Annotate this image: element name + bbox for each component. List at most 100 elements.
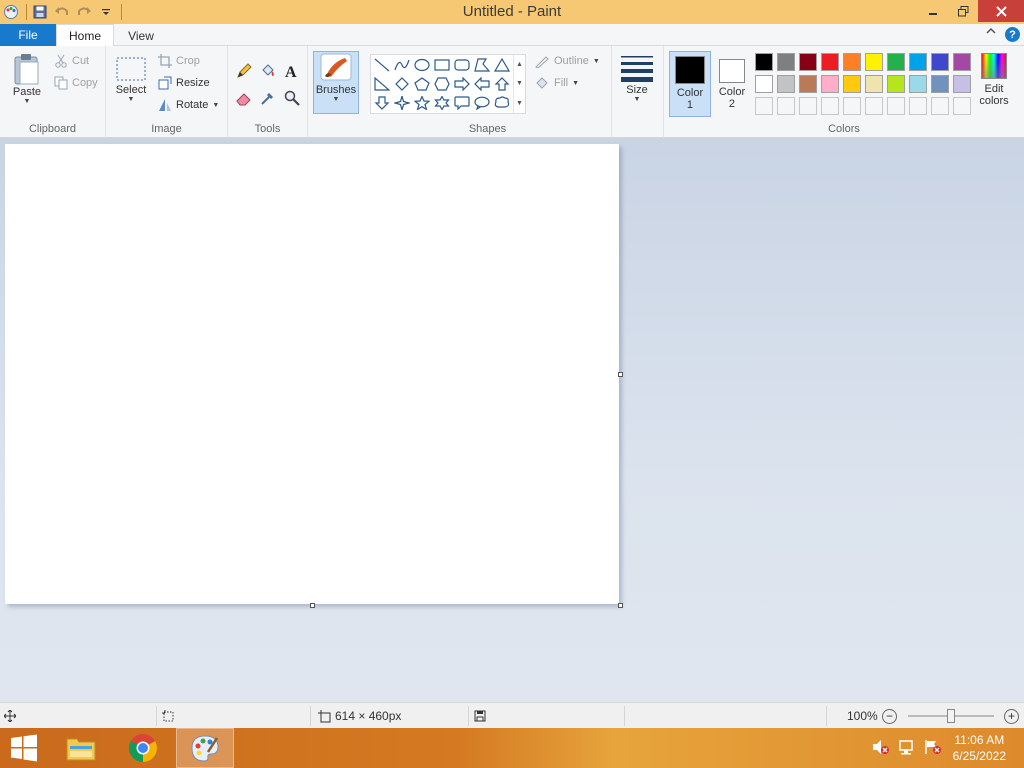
palette-color-swatch[interactable]: [775, 73, 797, 95]
palette-color-swatch[interactable]: [841, 95, 863, 117]
crop-button[interactable]: Crop: [158, 54, 200, 68]
polygon-shape-icon[interactable]: [472, 56, 492, 74]
five-point-star-shape-icon[interactable]: [412, 94, 432, 112]
start-button[interactable]: [0, 728, 48, 768]
palette-color-swatch[interactable]: [929, 95, 951, 117]
right-arrow-shape-icon[interactable]: [452, 75, 472, 93]
palette-color-swatch[interactable]: [819, 51, 841, 73]
palette-color-swatch[interactable]: [863, 73, 885, 95]
canvas-workspace[interactable]: [0, 138, 1024, 702]
palette-color-swatch[interactable]: [775, 95, 797, 117]
minimize-ribbon-icon[interactable]: [986, 26, 996, 40]
magnifier-icon[interactable]: [282, 88, 302, 108]
palette-color-swatch[interactable]: [753, 95, 775, 117]
palette-color-swatch[interactable]: [929, 73, 951, 95]
palette-color-swatch[interactable]: [863, 51, 885, 73]
palette-color-swatch[interactable]: [753, 73, 775, 95]
taskbar-paint[interactable]: [176, 728, 234, 768]
four-point-star-shape-icon[interactable]: [392, 94, 412, 112]
help-icon[interactable]: ?: [1005, 27, 1020, 42]
pencil-icon[interactable]: [234, 61, 254, 81]
six-point-star-shape-icon[interactable]: [432, 94, 452, 112]
palette-color-swatch[interactable]: [907, 51, 929, 73]
resize-handle-corner[interactable]: [618, 603, 623, 608]
palette-color-swatch[interactable]: [929, 51, 951, 73]
curve-shape-icon[interactable]: [392, 56, 412, 74]
resize-handle-bottom[interactable]: [310, 603, 315, 608]
system-clock[interactable]: 11:06 AM 6/25/2022: [953, 732, 1006, 764]
taskbar-file-explorer[interactable]: [52, 728, 110, 768]
size-button[interactable]: Size ▼: [618, 54, 656, 103]
tab-view[interactable]: View: [116, 24, 166, 47]
color2-button[interactable]: Color 2: [714, 51, 750, 117]
palette-color-swatch[interactable]: [863, 95, 885, 117]
taskbar-chrome[interactable]: [114, 728, 172, 768]
zoom-slider[interactable]: [908, 709, 994, 723]
color1-button[interactable]: Color 1: [669, 51, 711, 117]
zoom-in-button[interactable]: +: [1004, 703, 1019, 729]
palette-color-swatch[interactable]: [819, 95, 841, 117]
paste-button[interactable]: Paste ▼: [8, 52, 46, 105]
action-center-flag-icon[interactable]: [924, 739, 942, 758]
triangle-shape-icon[interactable]: [492, 56, 512, 74]
oval-callout-shape-icon[interactable]: [472, 94, 492, 112]
oval-shape-icon[interactable]: [412, 56, 432, 74]
copy-button[interactable]: Copy: [54, 76, 98, 90]
palette-color-swatch[interactable]: [951, 73, 973, 95]
brushes-button[interactable]: Brushes ▼: [313, 51, 359, 114]
expand-gallery-icon[interactable]: ▼: [516, 100, 523, 107]
network-icon[interactable]: [898, 739, 916, 758]
edit-colors-button[interactable]: Edit colors: [976, 53, 1012, 107]
rounded-rectangle-shape-icon[interactable]: [452, 56, 472, 74]
palette-color-swatch[interactable]: [951, 95, 973, 117]
palette-color-swatch[interactable]: [775, 51, 797, 73]
drawing-canvas[interactable]: [5, 144, 619, 604]
cut-button[interactable]: Cut: [54, 54, 89, 68]
up-arrow-shape-icon[interactable]: [492, 75, 512, 93]
diamond-shape-icon[interactable]: [392, 75, 412, 93]
palette-color-swatch[interactable]: [753, 51, 775, 73]
palette-color-swatch[interactable]: [797, 73, 819, 95]
palette-color-swatch[interactable]: [841, 51, 863, 73]
tab-home[interactable]: Home: [56, 24, 114, 47]
line-shape-icon[interactable]: [372, 56, 392, 74]
fill-bucket-icon[interactable]: [258, 61, 278, 81]
palette-color-swatch[interactable]: [885, 95, 907, 117]
resize-handle-right[interactable]: [618, 372, 623, 377]
shapes-scrollbar[interactable]: ▲ ▼ ▼: [513, 55, 525, 113]
palette-color-swatch[interactable]: [951, 51, 973, 73]
pentagon-shape-icon[interactable]: [412, 75, 432, 93]
palette-color-swatch[interactable]: [907, 95, 929, 117]
left-arrow-shape-icon[interactable]: [472, 75, 492, 93]
scroll-down-icon[interactable]: ▼: [516, 80, 523, 87]
select-button[interactable]: Select ▼: [114, 56, 148, 103]
resize-button[interactable]: Resize: [158, 76, 210, 90]
palette-color-swatch[interactable]: [841, 73, 863, 95]
restore-button[interactable]: [948, 0, 978, 22]
palette-color-swatch[interactable]: [885, 73, 907, 95]
down-arrow-shape-icon[interactable]: [372, 94, 392, 112]
close-button[interactable]: [978, 0, 1024, 22]
zoom-out-button[interactable]: −: [882, 703, 897, 729]
color-picker-icon[interactable]: [258, 88, 278, 108]
right-triangle-shape-icon[interactable]: [372, 75, 392, 93]
scroll-up-icon[interactable]: ▲: [516, 61, 523, 68]
tab-file[interactable]: File: [0, 24, 56, 46]
eraser-icon[interactable]: [234, 88, 254, 108]
palette-color-swatch[interactable]: [907, 73, 929, 95]
rotate-button[interactable]: Rotate ▼: [158, 98, 219, 112]
outline-button[interactable]: Outline ▼: [534, 54, 600, 68]
volume-muted-icon[interactable]: [872, 739, 890, 758]
zoom-slider-thumb[interactable]: [947, 709, 955, 723]
rectangle-shape-icon[interactable]: [432, 56, 452, 74]
cloud-callout-shape-icon[interactable]: [492, 94, 512, 112]
palette-color-swatch[interactable]: [797, 51, 819, 73]
palette-color-swatch[interactable]: [797, 95, 819, 117]
hexagon-shape-icon[interactable]: [432, 75, 452, 93]
text-tool-icon[interactable]: A: [282, 61, 302, 81]
palette-color-swatch[interactable]: [819, 73, 841, 95]
minimize-button[interactable]: [918, 0, 948, 22]
fill-button[interactable]: Fill ▼: [534, 76, 579, 90]
palette-color-swatch[interactable]: [885, 51, 907, 73]
rounded-callout-shape-icon[interactable]: [452, 94, 472, 112]
